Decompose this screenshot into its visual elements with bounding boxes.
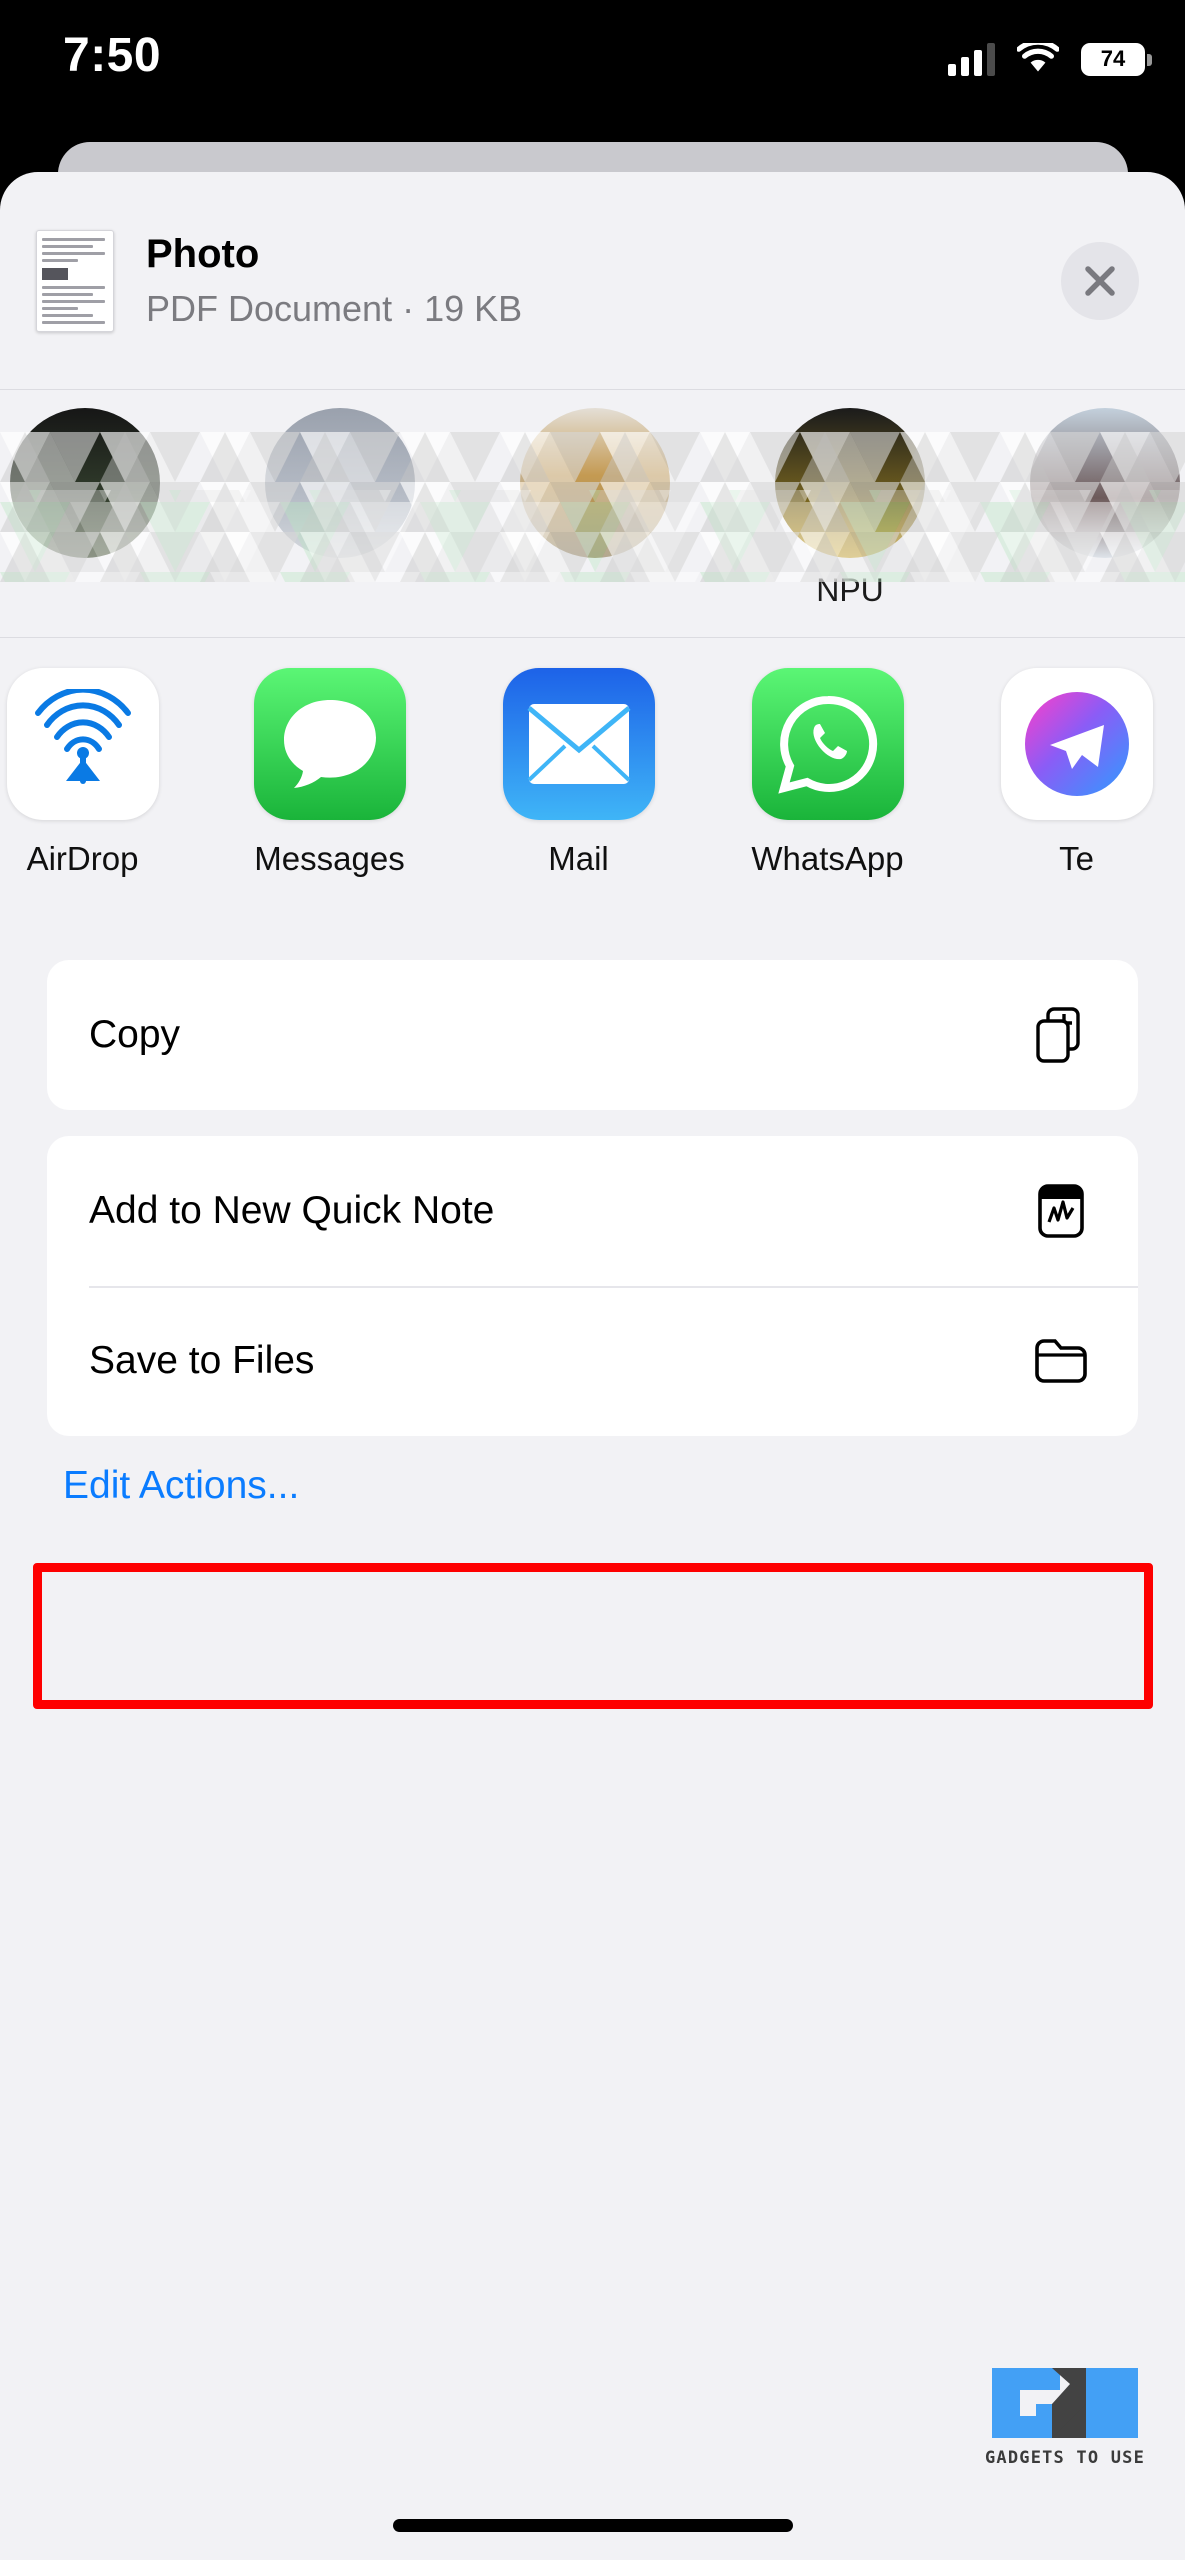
watermark-text: GADGETS TO USE [984,2448,1146,2468]
status-bar-time: 7:50 [63,29,162,82]
app-row[interactable]: AirDrop Messages Mail WhatsApp Te [0,638,1185,938]
action-row-add-to-quick-note[interactable]: Add to New Quick Note [47,1136,1138,1286]
contact-item[interactable] [0,408,180,572]
avatar [520,408,670,558]
home-indicator[interactable] [392,2519,793,2532]
battery-level: 74 [1100,46,1126,71]
contacts-row[interactable]: NPU [0,390,1185,638]
app-item-airdrop[interactable]: AirDrop [0,668,175,878]
mail-icon [502,668,655,820]
app-label: Te [1059,840,1094,877]
cellular-signal-icon [948,42,995,76]
actions-card-primary: Copy [47,960,1138,1110]
app-label: WhatsApp [751,840,904,877]
airdrop-icon [6,668,159,820]
battery-icon: 74 [1081,42,1152,76]
wifi-icon [1016,39,1060,75]
share-sheet-header: Photo PDF Document · 19 KB [0,172,1185,390]
folder-icon [1032,1332,1090,1390]
action-label: Save to Files [89,1339,315,1382]
gadgets-to-use-logo [990,2364,1140,2442]
avatar [265,408,415,558]
watermark: GADGETS TO USE [975,2364,1155,2468]
avatar [1030,408,1180,558]
contact-item[interactable] [1010,408,1185,572]
pdf-page-thumbnail [36,229,114,332]
app-item-whatsapp[interactable]: WhatsApp [735,668,920,878]
copy-icon [1032,1006,1090,1064]
action-label: Add to New Quick Note [89,1189,495,1232]
contact-name: NPU [816,572,884,608]
telegram-icon [1000,668,1153,820]
app-item-telegram[interactable]: Te [984,668,1169,878]
status-bar-indicators: 74 [948,39,1152,76]
messages-icon [253,668,406,820]
app-label: Messages [254,840,405,877]
avatar [775,408,925,558]
action-row-save-to-files[interactable]: Save to Files [47,1286,1138,1436]
status-bar: 7:50 74 [0,0,1185,128]
app-label: Mail [548,840,609,877]
app-item-mail[interactable]: Mail [486,668,671,878]
contact-item[interactable] [245,408,435,572]
phone-screen: 7:50 74 Photo PDF Document · 19 KB NPU A… [0,0,1185,2560]
document-subtitle: PDF Document · 19 KB [146,288,523,330]
actions-card-secondary: Add to New Quick Note Save to Files [47,1136,1138,1436]
document-meta: Photo PDF Document · 19 KB [146,231,522,329]
app-label: AirDrop [26,840,139,877]
document-title: Photo [146,232,260,277]
contact-item[interactable] [500,408,690,572]
close-icon[interactable] [1061,241,1139,320]
action-label: Copy [89,1013,181,1056]
app-item-messages[interactable]: Messages [237,668,422,878]
whatsapp-icon [751,668,904,820]
action-row-copy[interactable]: Copy [47,960,1138,1110]
contact-item[interactable]: NPU [755,408,945,609]
edit-actions-link[interactable]: Edit Actions... [63,1464,299,1508]
avatar [10,408,160,558]
share-sheet: Photo PDF Document · 19 KB NPU AirDrop M… [0,172,1185,2560]
quick-note-icon [1032,1182,1090,1240]
